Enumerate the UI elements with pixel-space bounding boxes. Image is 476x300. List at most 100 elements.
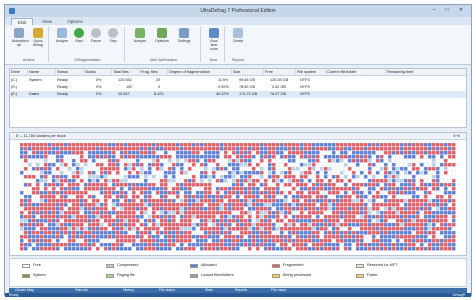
cluster-block bbox=[431, 166, 436, 171]
cluster-block bbox=[71, 210, 76, 215]
cluster-block bbox=[20, 226, 24, 231]
cluster-block bbox=[119, 242, 124, 247]
cluster-block bbox=[159, 190, 164, 195]
cluster-block bbox=[447, 226, 452, 231]
column-header[interactable]: Current file/folder bbox=[326, 69, 386, 76]
cluster-block bbox=[83, 178, 88, 183]
cluster-block bbox=[211, 230, 216, 235]
cluster-block bbox=[83, 158, 88, 163]
cluster-block bbox=[295, 202, 300, 207]
cluster-block bbox=[143, 154, 148, 159]
autodetect-button[interactable]: Autodetect all bbox=[12, 28, 29, 54]
cluster-block bbox=[219, 206, 224, 211]
column-header[interactable]: Remaining time bbox=[386, 69, 466, 76]
cluster-block bbox=[195, 158, 200, 163]
cluster-block bbox=[203, 226, 208, 231]
minimize-button[interactable]: – bbox=[429, 7, 439, 14]
tab-options[interactable]: Options bbox=[61, 18, 89, 25]
cluster-block bbox=[75, 158, 80, 163]
cluster-block bbox=[203, 170, 208, 175]
cluster-block bbox=[203, 154, 208, 159]
cluster-block bbox=[447, 186, 452, 191]
cluster-block bbox=[323, 238, 328, 243]
cluster-block bbox=[367, 166, 372, 171]
cluster-block bbox=[59, 238, 64, 243]
table-row[interactable]: (E:) Daten Ready 0% 10,567 8,423 40.32% … bbox=[10, 91, 466, 98]
cluster-block bbox=[307, 214, 312, 219]
column-header[interactable]: Status bbox=[56, 69, 84, 76]
cluster-block bbox=[95, 143, 100, 147]
cluster-block bbox=[35, 178, 40, 183]
table-cell: (C:) bbox=[11, 78, 18, 82]
cluster-block bbox=[367, 158, 372, 163]
create-report-button[interactable]: Create bbox=[231, 28, 245, 54]
settings-button[interactable]: Settings bbox=[177, 28, 191, 54]
cluster-block bbox=[99, 234, 104, 239]
start-button[interactable]: Start bbox=[72, 28, 86, 54]
cluster-block bbox=[331, 166, 336, 171]
cluster-block bbox=[179, 170, 184, 175]
cluster-block bbox=[143, 230, 148, 235]
maximize-button[interactable]: □ bbox=[442, 7, 452, 14]
column-header[interactable]: Drive bbox=[10, 69, 28, 76]
column-header[interactable]: Free bbox=[264, 69, 296, 76]
boot-scan-button[interactable]: Boot time scan bbox=[207, 28, 221, 54]
cluster-block bbox=[135, 170, 140, 175]
cluster-block bbox=[423, 226, 428, 231]
cluster-block bbox=[379, 190, 384, 195]
column-header[interactable]: File system bbox=[296, 69, 326, 76]
optimize-analyze-button[interactable]: Analyze bbox=[133, 28, 147, 54]
button-label: Optimize bbox=[155, 39, 169, 43]
cluster-block bbox=[415, 242, 420, 247]
cluster-block bbox=[187, 246, 192, 251]
cluster-block bbox=[355, 230, 360, 235]
cluster-block bbox=[435, 150, 440, 155]
cluster-block bbox=[223, 226, 228, 231]
pause-button[interactable]: Pause bbox=[89, 28, 103, 54]
cluster-block bbox=[315, 182, 320, 187]
analyze-button[interactable]: Analyze bbox=[55, 28, 69, 54]
cluster-block bbox=[103, 174, 108, 179]
cluster-block bbox=[267, 230, 272, 235]
column-header[interactable]: Size bbox=[232, 69, 264, 76]
cluster-block bbox=[155, 210, 160, 215]
cluster-block bbox=[263, 226, 268, 231]
cluster-map[interactable] bbox=[20, 143, 456, 251]
column-header[interactable]: Status bbox=[84, 69, 112, 76]
cluster-block bbox=[67, 143, 72, 147]
cluster-block bbox=[151, 202, 156, 207]
cluster-block bbox=[35, 222, 40, 227]
cluster-block bbox=[91, 186, 96, 191]
cluster-block bbox=[63, 170, 68, 175]
cluster-block bbox=[75, 214, 80, 219]
table-row[interactable]: (D:) Ready 0% 100 0 0.00% 78.69 GB 0.62 … bbox=[10, 84, 466, 91]
cluster-block bbox=[335, 178, 340, 183]
tab-view[interactable]: View bbox=[37, 18, 57, 25]
table-row[interactable]: (C:) System Ready 0% 120,082 20 11.6% 99… bbox=[10, 77, 466, 84]
cluster-block bbox=[151, 222, 156, 227]
cluster-block bbox=[343, 234, 348, 239]
cluster-block bbox=[387, 174, 392, 179]
column-header[interactable]: Total files bbox=[112, 69, 140, 76]
cluster-block bbox=[131, 174, 136, 179]
column-header[interactable]: Frag. files bbox=[140, 69, 168, 76]
cluster-block bbox=[359, 202, 364, 207]
cluster-block bbox=[331, 146, 336, 151]
tab-disk[interactable]: Disk bbox=[11, 18, 33, 25]
close-button[interactable]: ✕ bbox=[456, 7, 466, 14]
cluster-block bbox=[99, 174, 104, 179]
cluster-block bbox=[23, 206, 28, 211]
cluster-block bbox=[431, 150, 436, 155]
cluster-block bbox=[323, 242, 328, 247]
stop-button[interactable]: Stop bbox=[106, 28, 120, 54]
cluster-block bbox=[219, 214, 224, 219]
cluster-block bbox=[231, 226, 236, 231]
column-header[interactable]: Degree of fragmentation bbox=[168, 69, 232, 76]
cluster-block bbox=[111, 146, 116, 151]
optimize-button[interactable]: Optimize bbox=[155, 28, 169, 54]
cluster-block bbox=[191, 150, 196, 155]
column-header[interactable]: Name bbox=[28, 69, 56, 76]
cluster-block bbox=[155, 238, 160, 243]
cluster-block bbox=[111, 198, 116, 203]
quick-defrag-button[interactable]: Quick defrag bbox=[31, 28, 45, 54]
